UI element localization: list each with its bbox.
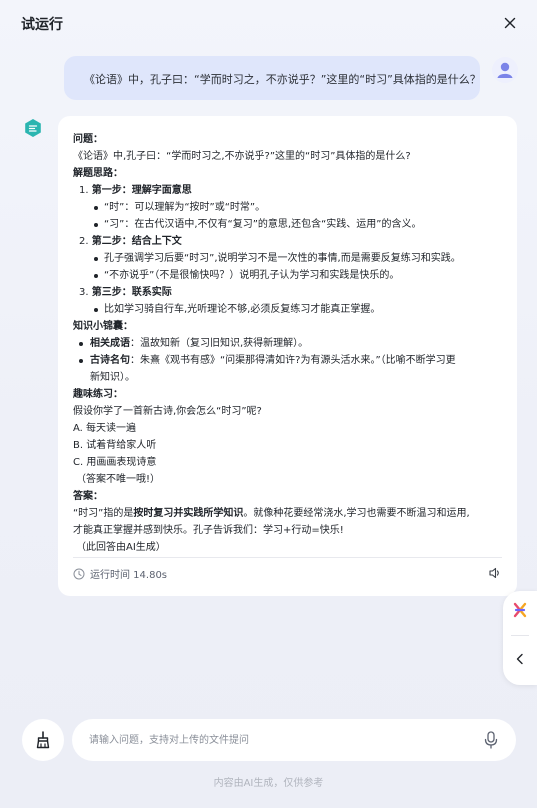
knowledge-text: ：朱熹《观书有感》“问渠那得清如许?为有源头活水来。”（比喻不断学习更 (130, 355, 456, 366)
runtime-info: 运行时间 14.80s (73, 566, 167, 581)
answer-card: 问题： 《论语》中,孔子曰：“学而时习之,不亦说乎?”这里的“时习”具体指的是什… (58, 116, 517, 596)
user-message-bubble: 《论语》中，孔子曰：“学而时习之，不亦说乎？”这里的“时习”具体指的是什么？ (64, 56, 481, 100)
broom-icon (36, 731, 50, 749)
page-title: 试运行 (21, 17, 63, 33)
step-title: 第一步：理解字面意思 (91, 185, 192, 196)
user-avatar (492, 57, 518, 83)
approach-heading: 解题思路： (73, 168, 123, 179)
practice-note: （答案不唯一哦!） (76, 474, 161, 485)
step-bullet: 孔子强调学习后要“时习”,说明学习不是一次性的事情,而是需要反复练习和实践。 (73, 250, 505, 267)
step-number: 3. (79, 287, 89, 298)
step-bullet: “不亦说乎”（不是很愉快吗？）说明孔子认为学习和实践是快乐的。 (73, 267, 505, 284)
speaker-icon[interactable] (488, 566, 502, 580)
side-float-panel (503, 591, 537, 685)
chat-input-box (72, 719, 516, 761)
header: 试运行 (0, 0, 537, 48)
answer-text-line2: 才能真正掌握并感到快乐。孔子告诉我们：学习+行动=快乐! (73, 525, 344, 536)
answer-text-pre: “时习”指的是 (73, 508, 134, 519)
question-text: 《论语》中,孔子曰：“学而时习之,不亦说乎?”这里的“时习”具体指的是什么? (73, 151, 411, 162)
answer-heading: 答案： (73, 491, 103, 502)
chat-input[interactable] (89, 731, 469, 749)
knowledge-item: 古诗名句：朱熹《观书有感》“问渠那得清如许?为有源头活水来。”（比喻不断学习更 … (73, 352, 505, 386)
answer-content: 问题： 《论语》中,孔子曰：“学而时习之,不亦说乎?”这里的“时习”具体指的是什… (73, 131, 505, 556)
practice-heading: 趣味练习： (73, 389, 123, 400)
ai-note: （此回答由AI生成） (76, 542, 166, 553)
user-icon (497, 62, 513, 78)
question-heading: 问题： (73, 134, 103, 145)
step-2: 2. 第二步：结合上下文 (73, 233, 505, 250)
answer-text-bold: 按时复习并实践所学知识 (133, 508, 244, 519)
knowledge-label: 相关成语 (90, 338, 130, 349)
bot-avatar-icon (25, 119, 41, 137)
practice-option: C. 用画画表现诗意 (73, 457, 157, 468)
close-icon[interactable] (501, 14, 519, 32)
app-logo-icon[interactable] (511, 601, 529, 619)
step-bullet: 比如学习骑自行车,光听理论不够,必须反复练习才能真正掌握。 (73, 301, 505, 318)
clear-chat-button[interactable] (22, 719, 64, 761)
step-title: 第二步：结合上下文 (91, 236, 182, 247)
clock-icon (73, 568, 85, 579)
ai-disclaimer: 内容由AI生成，仅供参考 (213, 778, 324, 789)
chevron-left-icon[interactable] (513, 652, 527, 666)
step-bullet: “习”：在古代汉语中,不仅有“复习”的意思,还包含“实践、运用”的含义。 (73, 216, 505, 233)
knowledge-label: 古诗名句 (90, 355, 130, 366)
answer-text: “时习”指的是按时复习并实践所学知识。就像种花要经常浇水,学习也需要不断温习和运… (73, 505, 505, 522)
step-number: 2. (79, 236, 89, 247)
knowledge-text: ：温故知新（复习旧知识,获得新理解）。 (130, 338, 309, 349)
knowledge-heading: 知识小锦囊： (73, 321, 133, 332)
step-1: 1. 第一步：理解字面意思 (73, 182, 505, 199)
divider (73, 557, 502, 558)
step-number: 1. (79, 185, 89, 196)
user-message-text: 《论语》中，孔子曰：“学而时习之，不亦说乎？”这里的“时习”具体指的是什么？ (84, 73, 481, 86)
knowledge-text-cont: 新知识）。 (90, 372, 135, 383)
knowledge-item: 相关成语：温故知新（复习旧知识,获得新理解）。 (73, 335, 505, 352)
practice-option: A. 每天读一遍 (73, 423, 137, 434)
practice-question: 假设你学了一首新古诗,你会怎么“时习”呢? (73, 406, 262, 417)
practice-option: B. 试着背给家人听 (73, 440, 157, 451)
answer-text-post: 。就像种花要经常浇水,学习也需要不断温习和运用, (243, 508, 470, 519)
runtime-label: 运行时间 14.80s (90, 570, 168, 581)
step-3: 3. 第三步：联系实际 (73, 284, 505, 301)
side-divider (511, 635, 529, 636)
step-bullet: “时”：可以理解为“按时”或“时常”。 (73, 199, 505, 216)
step-title: 第三步：联系实际 (91, 287, 172, 298)
microphone-icon[interactable] (482, 730, 500, 750)
